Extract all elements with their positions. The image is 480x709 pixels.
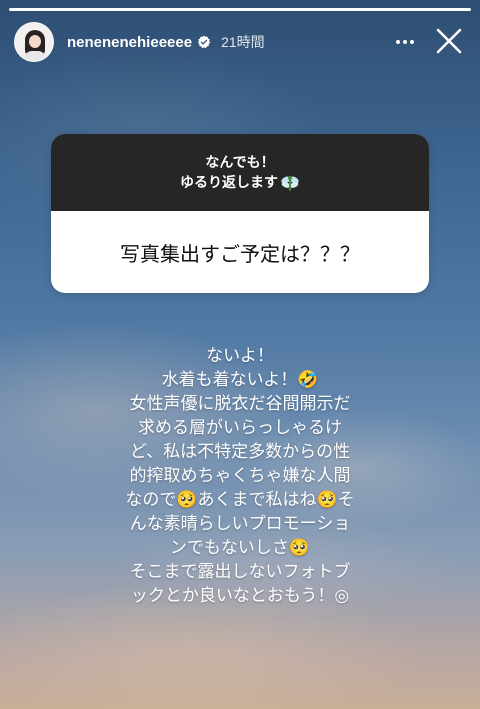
dragonfly-icon [281,175,299,191]
answer-line: 女性声優に脱衣だ谷間開示だ [129,394,351,414]
username[interactable]: nenenenehieeeee [67,34,192,51]
answer-line: 求める層がいらっしゃるけ [138,418,342,438]
question-prompt: なんでも！ ゆるり返します [51,134,429,211]
answer-line: なので🥺あくまで私はね🥺そ [125,490,355,510]
answer-line: ックとか良いなとおもう！◎ [130,586,350,606]
answer-line: ど、私は不特定多数からの性 [129,442,351,462]
verified-badge-icon [197,35,211,49]
post-time: 21時間 [221,34,265,50]
more-options-icon[interactable] [392,30,418,54]
avatar[interactable] [14,22,54,62]
answer-line: そこまで露出しないフォトブ [129,562,351,582]
question-text: 写真集出すご予定は？？？ [120,241,360,266]
close-icon[interactable] [432,24,466,58]
story-progress-fill [9,8,471,11]
answer-line: 的搾取めちゃくちゃ嫌な人間 [129,466,351,486]
answer-line: ないよ！ [206,346,274,366]
answer-line: 水着も着ないよ！🤣 [161,370,319,390]
prompt-line-1: なんでも！ [205,154,275,171]
answer-line: ンでもないしさ🥺 [169,538,311,558]
story-header: nenenenehieeeee 21時間 [14,22,466,62]
answer-line: んな素晴らしいプロモーショ [129,514,351,534]
answer-text: ないよ！ 水着も着ないよ！🤣 女性声優に脱衣だ谷間開示だ 求める層がいらっしゃるけ ど、… [70,344,410,608]
prompt-line-2: ゆるり返します [180,174,278,191]
story-progress-bar [9,8,471,11]
question-sticker[interactable]: なんでも！ ゆるり返します 写真集出すご予定は？？？ [51,134,429,293]
